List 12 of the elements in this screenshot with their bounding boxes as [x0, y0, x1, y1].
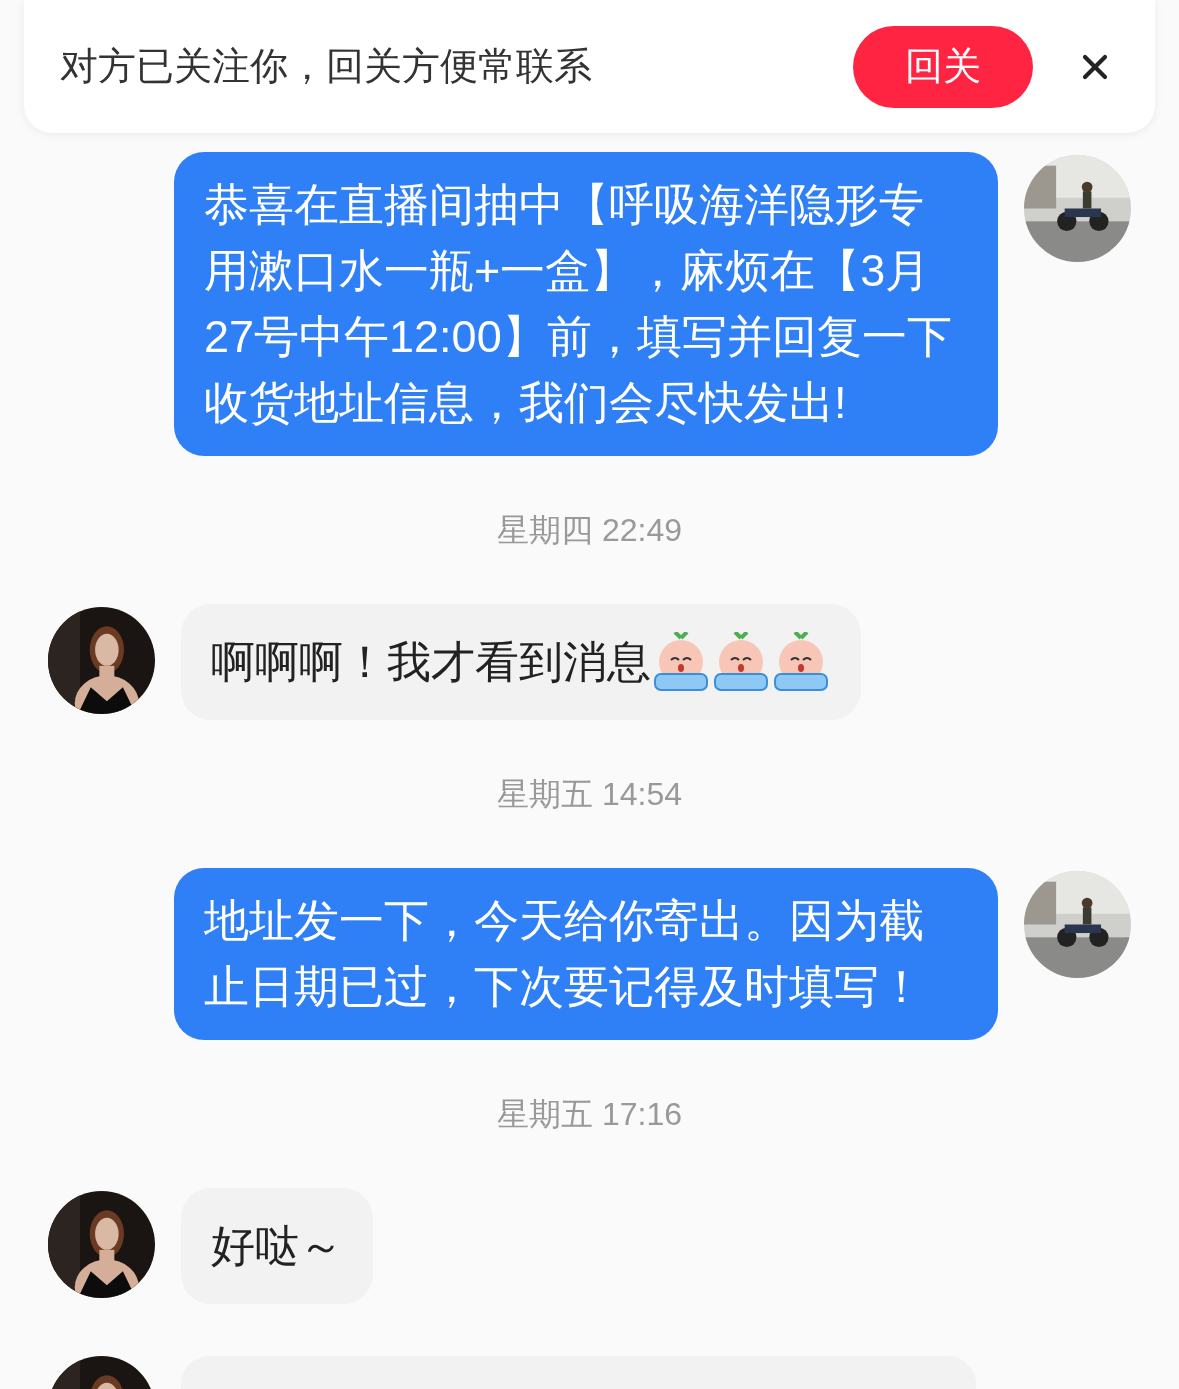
crying-sticker-icon — [711, 632, 771, 692]
follow-back-button[interactable]: 回关 — [853, 25, 1033, 108]
timestamp: 星期四 22:49 — [497, 511, 682, 550]
message-text: 好哒～ — [211, 1220, 343, 1272]
crying-sticker-icon — [771, 632, 831, 692]
timestamp: 星期五 14:54 — [497, 775, 682, 814]
banner-text: 对方已关注你，回关方便常联系 — [60, 44, 593, 89]
message-bubble: 地址发一下，今天给你寄出。因为截止日期已过，下次要记得及时填写！ — [174, 868, 998, 1040]
message-bubble: 恭喜在直播间抽中【呼吸海洋隐形专用漱口水一瓶+一盒】，麻烦在【3月27号中午12:00】前，填写并回复一下收货地址信息，我们会尽快发出! — [174, 152, 998, 456]
message-text: 啊啊啊！我才看到消息 — [211, 636, 651, 688]
timestamp: 星期五 17:16 — [497, 1095, 682, 1134]
crying-sticker-icon — [651, 632, 711, 692]
